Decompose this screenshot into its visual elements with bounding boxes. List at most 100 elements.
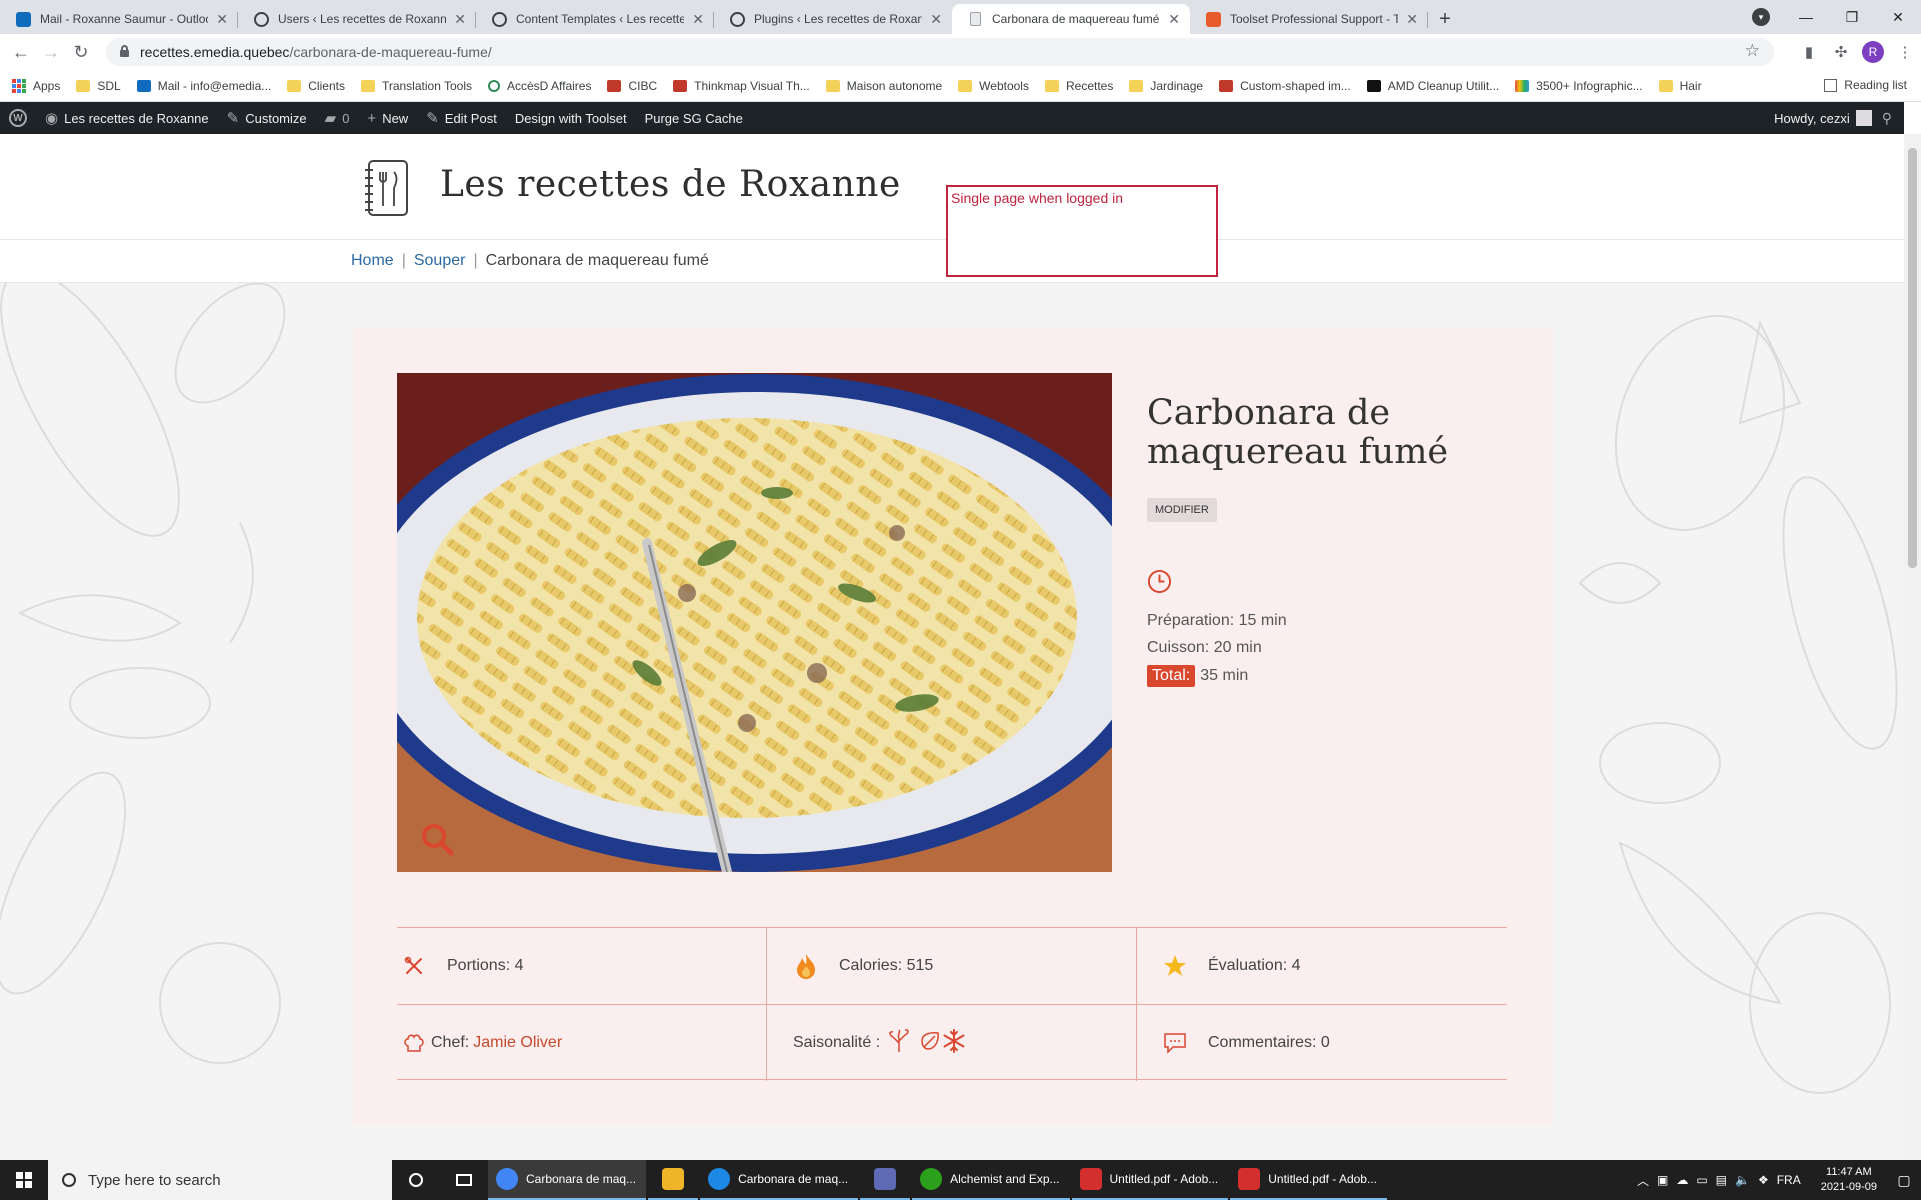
modifier-button[interactable]: MODIFIER bbox=[1147, 498, 1217, 522]
cortana-icon[interactable] bbox=[392, 1160, 440, 1200]
bookmark-sdl[interactable]: SDL bbox=[76, 79, 121, 93]
back-icon[interactable]: ← bbox=[6, 37, 36, 67]
howdy-link[interactable]: Howdy, cezxi bbox=[1774, 111, 1850, 126]
site-title[interactable]: Les recettes de Roxanne bbox=[440, 164, 901, 205]
forward-icon[interactable]: → bbox=[36, 37, 66, 67]
dropbox-icon[interactable]: ❖ bbox=[1758, 1173, 1769, 1187]
close-icon[interactable]: ✕ bbox=[216, 11, 228, 27]
taskbar-app-explorer[interactable] bbox=[648, 1160, 699, 1200]
portions-cell: Portions: 4 bbox=[401, 928, 523, 1004]
bookmark-mail[interactable]: Mail - info@emedia... bbox=[136, 79, 271, 93]
kebab-menu-icon[interactable]: ⋮ bbox=[1889, 37, 1921, 67]
restore-icon[interactable]: ❐ bbox=[1829, 0, 1875, 34]
close-icon[interactable]: ✕ bbox=[454, 11, 466, 27]
site-name-link[interactable]: ◉ Les recettes de Roxanne bbox=[36, 102, 218, 134]
outlook-icon bbox=[16, 12, 31, 27]
edit-post-link[interactable]: ✎ Edit Post bbox=[417, 102, 506, 134]
profile-avatar[interactable]: R bbox=[1862, 41, 1884, 63]
scrollbar-thumb[interactable] bbox=[1908, 148, 1917, 568]
page-scrollbar[interactable] bbox=[1904, 134, 1921, 1160]
bookmark-cibc[interactable]: CIBC bbox=[607, 79, 657, 93]
window-close-icon[interactable]: ✕ bbox=[1875, 0, 1921, 34]
pencil-icon: ✎ bbox=[426, 110, 439, 127]
taskbar-app-chrome[interactable]: Carbonara de maq... bbox=[488, 1160, 647, 1200]
chef-link[interactable]: Jamie Oliver bbox=[473, 1034, 562, 1052]
browser-tab-outlook[interactable]: Mail - Roxanne Saumur - Outlook ✕ bbox=[0, 4, 238, 34]
reload-icon[interactable]: ↻ bbox=[66, 37, 96, 67]
taskbar-app-acrobat-2[interactable]: Untitled.pdf - Adob... bbox=[1230, 1160, 1387, 1200]
bookmark-apps[interactable]: Apps bbox=[12, 78, 60, 93]
task-view-icon[interactable] bbox=[440, 1160, 488, 1200]
browser-tab-toolset[interactable]: Toolset Professional Support - To ✕ bbox=[1190, 4, 1428, 34]
network-icon[interactable]: ▤ bbox=[1716, 1173, 1727, 1187]
recipe-photo[interactable] bbox=[397, 373, 1112, 872]
cloud-icon[interactable]: ☁ bbox=[1676, 1173, 1688, 1187]
taskbar-app-calculator[interactable] bbox=[860, 1160, 911, 1200]
close-icon[interactable]: ✕ bbox=[692, 11, 704, 27]
customize-link[interactable]: ✎ Customize bbox=[218, 102, 316, 134]
recipe-book-logo-icon[interactable] bbox=[363, 158, 413, 218]
design-with-toolset-link[interactable]: Design with Toolset bbox=[506, 102, 636, 134]
season-cell: Saisonalité : bbox=[793, 1005, 966, 1081]
purge-cache-link[interactable]: Purge SG Cache bbox=[636, 102, 752, 134]
bookmark-custom-shaped[interactable]: Custom-shaped im... bbox=[1219, 79, 1351, 93]
page-icon bbox=[970, 12, 981, 26]
battery-icon[interactable]: ▭ bbox=[1696, 1173, 1707, 1187]
bookmark-hair[interactable]: Hair bbox=[1658, 79, 1702, 93]
address-bar[interactable]: recettes.emedia.quebec/carbonara-de-maqu… bbox=[106, 38, 1774, 66]
system-tray: ︿ ▣ ☁ ▭ ▤ 🔈 ❖ FRA 11:47 AM 2021-09-09 ▢ bbox=[1637, 1160, 1921, 1200]
breadcrumb-category[interactable]: Souper bbox=[414, 252, 466, 270]
pdf-icon bbox=[1238, 1168, 1261, 1190]
puzzle-icon[interactable]: ✣ bbox=[1825, 37, 1857, 67]
admin-search-icon[interactable]: ⚲ bbox=[1882, 110, 1892, 127]
bookmark-translation-tools[interactable]: Translation Tools bbox=[360, 79, 472, 93]
extension-icon[interactable]: ▮ bbox=[1793, 37, 1825, 67]
plus-icon: + bbox=[367, 109, 377, 127]
folder-icon bbox=[958, 79, 973, 92]
toolset-icon bbox=[1206, 12, 1221, 27]
close-icon[interactable]: ✕ bbox=[1168, 11, 1180, 27]
bookmark-maison-autonome[interactable]: Maison autonome bbox=[825, 79, 942, 93]
taskbar-clock[interactable]: 11:47 AM 2021-09-09 bbox=[1811, 1165, 1887, 1195]
new-content-link[interactable]: + New bbox=[358, 102, 417, 134]
device-icon[interactable]: ▣ bbox=[1657, 1173, 1668, 1187]
bookmark-star-icon[interactable]: ☆ bbox=[1745, 41, 1760, 61]
taskbar-app-acrobat-1[interactable]: Untitled.pdf - Adob... bbox=[1071, 1160, 1229, 1200]
close-icon[interactable]: ✕ bbox=[1406, 11, 1418, 27]
bookmark-thinkmap[interactable]: Thinkmap Visual Th... bbox=[673, 79, 810, 93]
wp-logo-button[interactable]: W bbox=[0, 102, 36, 134]
notifications-icon[interactable]: ▢ bbox=[1887, 1172, 1921, 1189]
accesd-icon bbox=[488, 79, 500, 92]
browser-tab-content-templates[interactable]: Content Templates ‹ Les recettes ✕ bbox=[476, 4, 714, 34]
bookmark-clients[interactable]: Clients bbox=[287, 79, 345, 93]
tab-search-icon[interactable]: ▾ bbox=[1752, 8, 1770, 26]
taskbar-app-edge[interactable]: Carbonara de maq... bbox=[700, 1160, 859, 1200]
bookmark-accesd[interactable]: AccèsD Affaires bbox=[488, 79, 591, 93]
bookmark-jardinage[interactable]: Jardinage bbox=[1129, 79, 1203, 93]
bookmark-infographic[interactable]: 3500+ Infographic... bbox=[1515, 79, 1643, 93]
reading-list-button[interactable]: Reading list bbox=[1824, 78, 1907, 92]
comments-link[interactable]: ▰ 0 bbox=[316, 102, 359, 134]
language-indicator[interactable]: FRA bbox=[1777, 1173, 1801, 1187]
taskbar-app-quickbooks[interactable]: Alchemist and Exp... bbox=[912, 1160, 1070, 1200]
chevron-up-icon[interactable]: ︿ bbox=[1637, 1172, 1649, 1189]
folder-icon bbox=[662, 1168, 685, 1190]
minimize-icon[interactable]: — bbox=[1783, 0, 1829, 34]
new-tab-button[interactable]: + bbox=[1428, 4, 1462, 34]
tab-label: Users ‹ Les recettes de Roxanne — bbox=[278, 12, 446, 26]
bookmark-amd-cleanup[interactable]: AMD Cleanup Utilit... bbox=[1366, 79, 1499, 93]
bookmark-webtools[interactable]: Webtools bbox=[958, 79, 1029, 93]
windows-start-icon[interactable] bbox=[0, 1160, 48, 1200]
browser-tab-users[interactable]: Users ‹ Les recettes de Roxanne — ✕ bbox=[238, 4, 476, 34]
browser-tab-plugins[interactable]: Plugins ‹ Les recettes de Roxanne ✕ bbox=[714, 4, 952, 34]
bookmark-recettes[interactable]: Recettes bbox=[1044, 79, 1113, 93]
tab-label: Plugins ‹ Les recettes de Roxanne bbox=[754, 12, 922, 26]
breadcrumb-home[interactable]: Home bbox=[351, 252, 394, 270]
reading-list-icon bbox=[1824, 78, 1838, 92]
browser-tab-carbonara[interactable]: Carbonara de maquereau fumé – ✕ bbox=[952, 4, 1190, 34]
taskbar-search-input[interactable]: Type here to search bbox=[48, 1160, 392, 1200]
volume-icon[interactable]: 🔈 bbox=[1735, 1173, 1750, 1187]
close-icon[interactable]: ✕ bbox=[930, 11, 942, 27]
calories-cell: Calories: 515 bbox=[793, 928, 933, 1004]
avatar[interactable] bbox=[1855, 110, 1872, 126]
